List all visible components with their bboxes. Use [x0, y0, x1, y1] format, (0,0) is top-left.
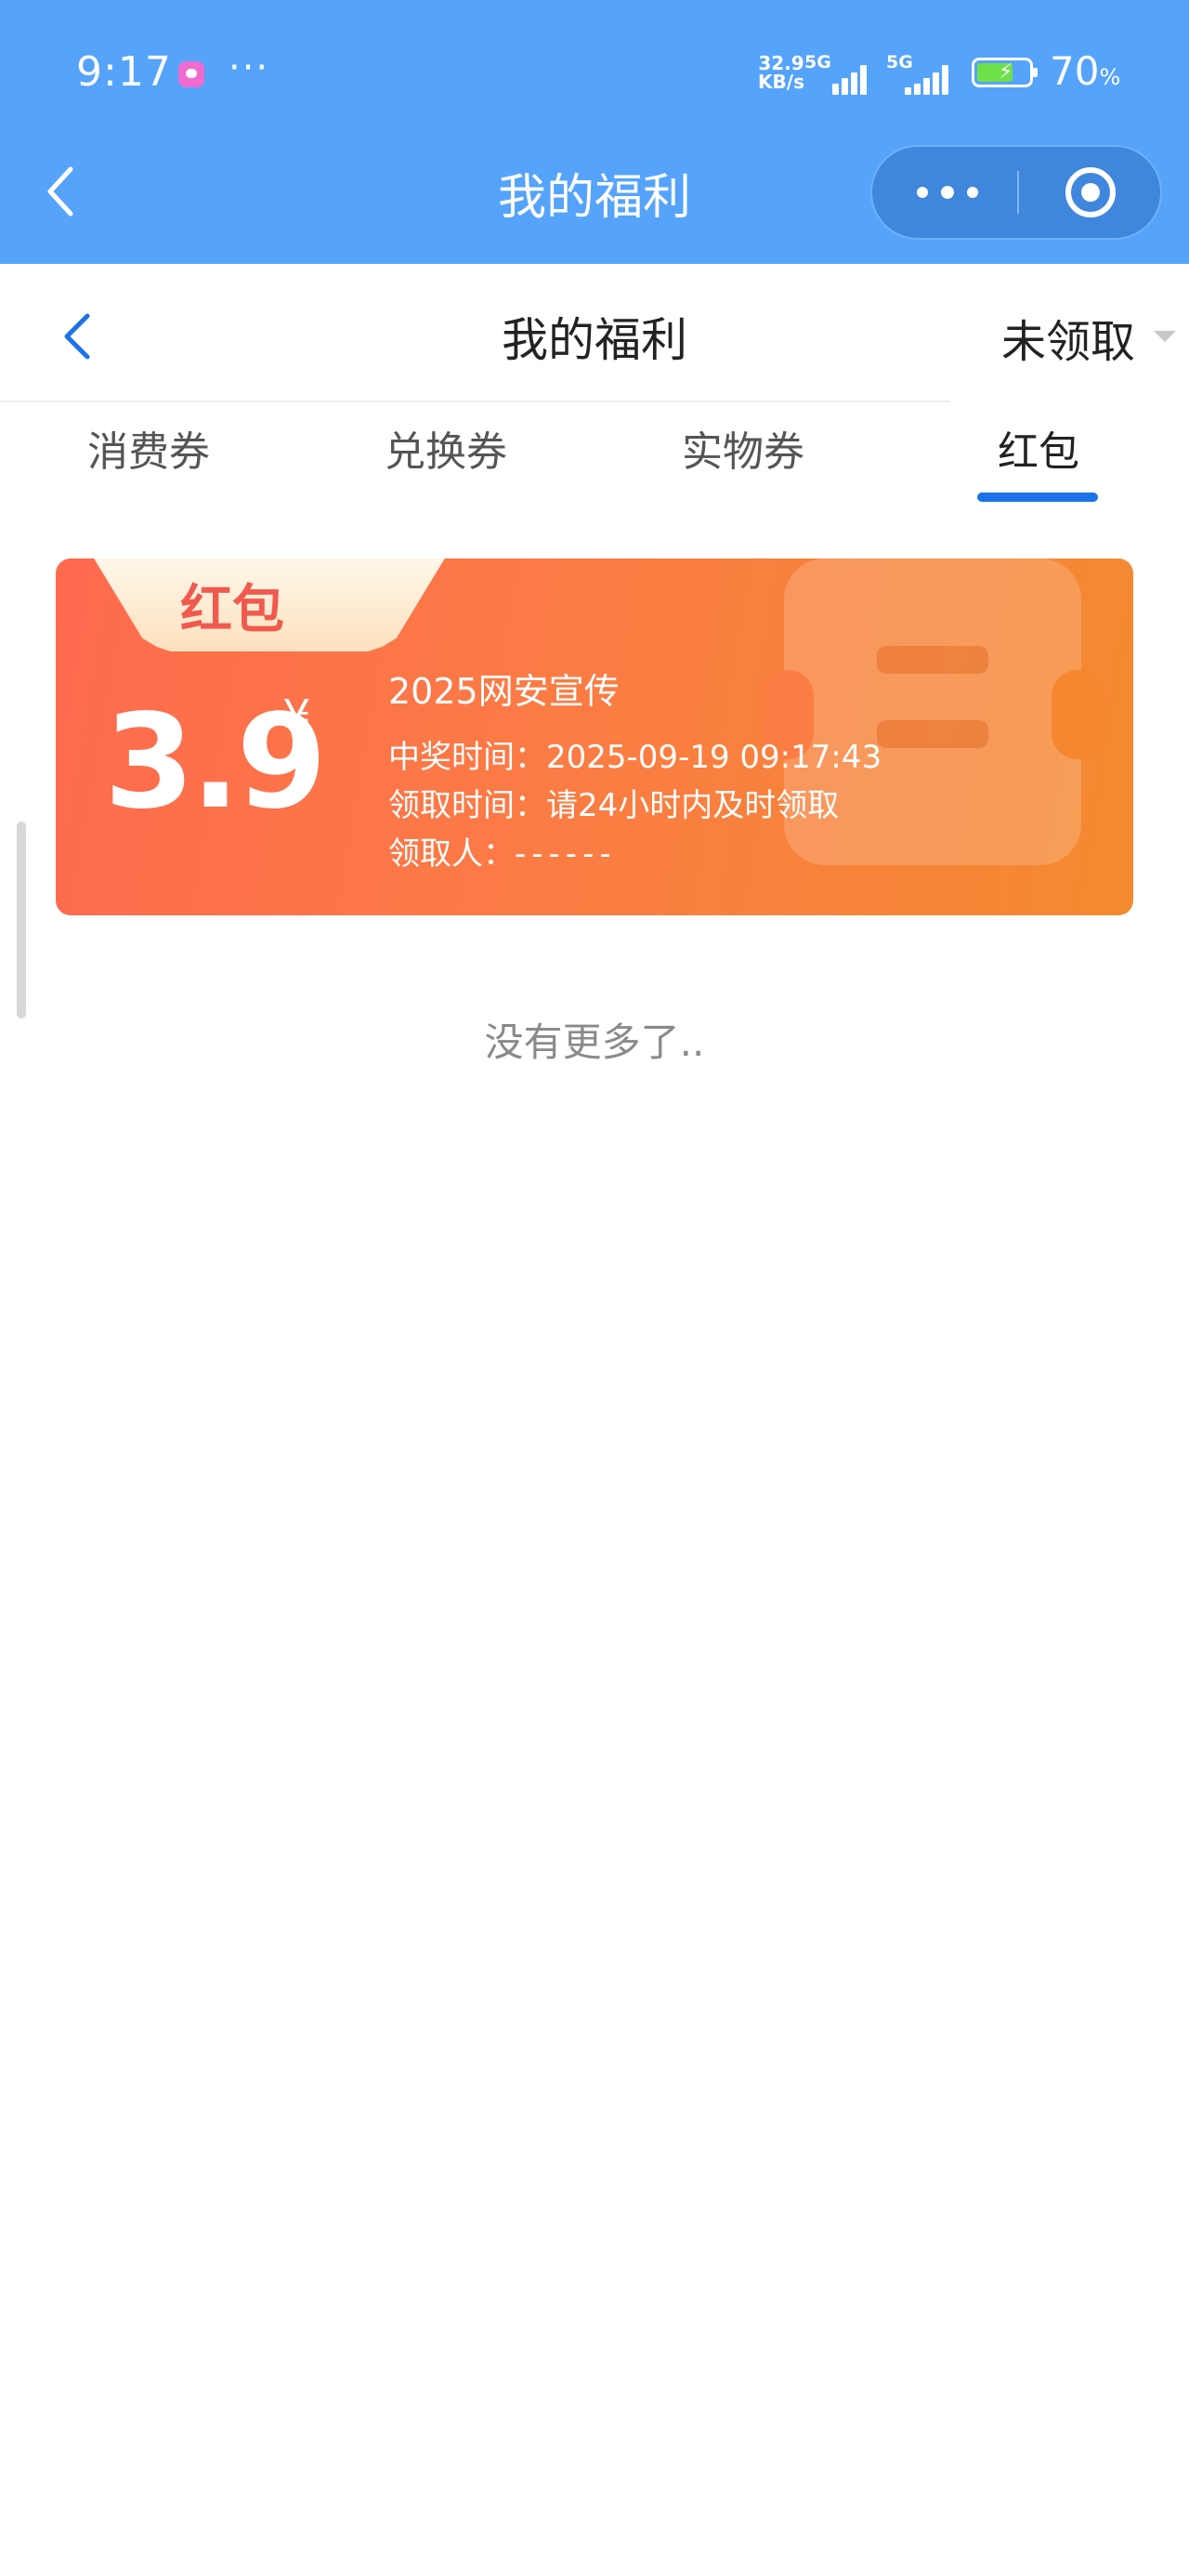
- tab-exchange-coupon[interactable]: 兑换券: [353, 418, 539, 478]
- battery-percent: 70%: [1050, 48, 1120, 94]
- target-circle-icon[interactable]: [1065, 167, 1116, 217]
- currency-symbol: ¥: [282, 690, 311, 743]
- recipient: 领取人：------: [388, 828, 617, 874]
- claim-time: 领取时间：请24小时内及时领取: [388, 780, 839, 825]
- red-packet-card[interactable]: 红包 3.9 ¥ 2025网安宣传 中奖时间：2025-09-19 09:17:…: [56, 559, 1133, 915]
- status-time: 9:17: [76, 48, 172, 96]
- red-packet-name: 2025网安宣传: [388, 671, 620, 712]
- more-notifications-indicator: ···: [229, 46, 270, 89]
- app-header: 9:17 ··· 32.9 KB/s 5G 5G ⚡ 70% 我的福利: [0, 0, 1189, 264]
- battery-icon: ⚡: [972, 58, 1038, 87]
- charging-bolt-icon: ⚡: [999, 60, 1013, 84]
- message-notification-icon: [178, 61, 204, 87]
- chevron-down-icon[interactable]: [1154, 331, 1176, 342]
- recipient-value: ------: [515, 835, 617, 873]
- signal-sim1-icon: 5G: [804, 52, 875, 95]
- scrollbar[interactable]: [17, 821, 26, 1019]
- tab-consumption-coupon[interactable]: 消费券: [56, 418, 242, 478]
- win-time: 中奖时间：2025-09-19 09:17:43: [388, 731, 882, 777]
- status-filter-dropdown[interactable]: 未领取: [1001, 305, 1135, 370]
- signal-sim2-icon: 5G: [886, 52, 957, 95]
- capsule-divider: [1017, 171, 1019, 214]
- win-time-label: 中奖时间：: [388, 739, 546, 776]
- mini-program-capsule: [870, 145, 1162, 240]
- battery-percent-value: 70: [1050, 48, 1100, 94]
- red-packet-tag-label: 红包: [180, 580, 284, 640]
- no-more-text: 没有更多了..: [484, 1019, 705, 1065]
- win-time-value: 2025-09-19 09:17:43: [546, 739, 882, 776]
- more-dots-icon[interactable]: [909, 147, 1002, 238]
- battery-percent-unit: %: [1099, 64, 1121, 90]
- tab-physical-coupon[interactable]: 实物券: [650, 418, 836, 478]
- active-tab-indicator: [977, 493, 1098, 502]
- claim-time-value: 请24小时内及时领取: [546, 787, 840, 824]
- tab-red-packet[interactable]: 红包: [946, 418, 1131, 478]
- claim-time-label: 领取时间：: [388, 787, 546, 824]
- header-divider: [0, 401, 949, 402]
- recipient-label: 领取人：: [388, 835, 515, 873]
